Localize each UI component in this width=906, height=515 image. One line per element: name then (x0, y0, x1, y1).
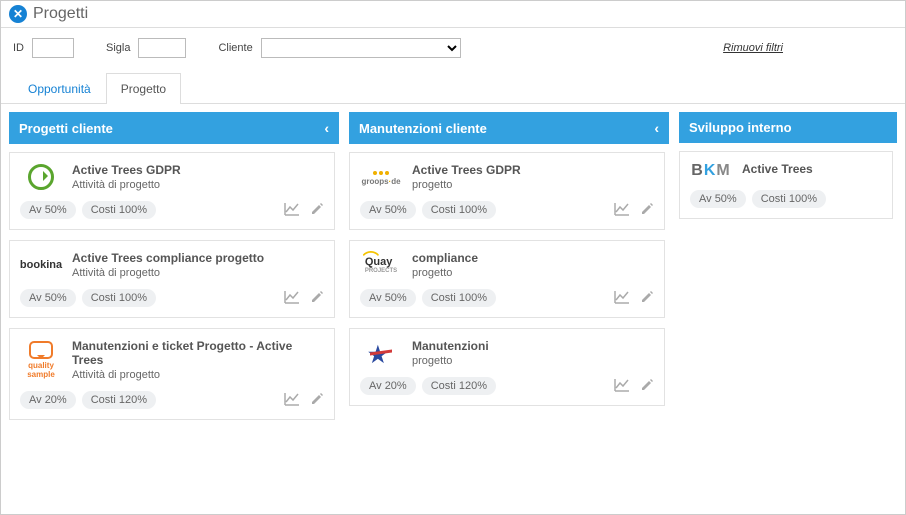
close-icon[interactable]: ✕ (9, 5, 27, 23)
edit-icon[interactable] (310, 202, 324, 219)
kanban-board: Progetti cliente ‹ Active Trees GDPR Attivi… (1, 104, 905, 507)
card-subtitle: progetto (412, 179, 654, 191)
card-subtitle: Attività di progetto (72, 267, 324, 279)
av-badge: Av 50% (20, 201, 76, 219)
edit-icon[interactable] (310, 392, 324, 409)
costi-badge: Costi 100% (82, 289, 156, 307)
costi-badge: Costi 100% (752, 190, 826, 208)
project-card[interactable]: BKM Active Trees Av 50% Costi 100% (679, 151, 893, 219)
card-title: Manutenzioni e ticket Progetto - Active … (72, 339, 324, 367)
company-logo-icon (368, 342, 394, 364)
av-badge: Av 20% (20, 391, 76, 409)
company-logo-icon: groops·de (361, 168, 400, 186)
project-card[interactable]: groops·de Active Trees GDPR progetto Av 50%… (349, 152, 665, 230)
company-logo-icon (28, 164, 54, 190)
id-input[interactable] (32, 38, 74, 58)
card-subtitle: Attività di progetto (72, 179, 324, 191)
company-logo-icon: bookina (20, 260, 62, 271)
edit-icon[interactable] (640, 290, 654, 307)
sigla-input[interactable] (138, 38, 186, 58)
project-card[interactable]: ⌒QuayPROJECTS compliance progetto Av 50% Cos… (349, 240, 665, 318)
tab-opportunita[interactable]: Opportunità (13, 73, 106, 104)
chart-icon[interactable] (284, 290, 300, 307)
project-card[interactable]: quality sample Manutenzioni e ticket Prog… (9, 328, 335, 420)
av-badge: Av 50% (20, 289, 76, 307)
column-header: Sviluppo interno (679, 112, 897, 143)
costi-badge: Costi 100% (422, 289, 496, 307)
column-body: groops·de Active Trees GDPR progetto Av 50%… (349, 152, 669, 499)
chart-icon[interactable] (614, 290, 630, 307)
av-badge: Av 50% (360, 201, 416, 219)
kanban-column: Progetti cliente ‹ Active Trees GDPR Attivi… (9, 112, 339, 499)
card-title: Active Trees (742, 162, 882, 176)
sigla-label: Sigla (106, 42, 130, 54)
card-title: Active Trees GDPR (72, 163, 324, 177)
card-title: compliance (412, 251, 654, 265)
edit-icon[interactable] (640, 202, 654, 219)
costi-badge: Costi 120% (82, 391, 156, 409)
tab-bar: Opportunità Progetto (1, 72, 905, 104)
costi-badge: Costi 120% (422, 377, 496, 395)
edit-icon[interactable] (310, 290, 324, 307)
company-logo-icon: BKM (691, 162, 730, 180)
chart-icon[interactable] (284, 392, 300, 409)
chevron-left-icon[interactable]: ‹ (654, 120, 659, 136)
page-title: Progetti (33, 5, 88, 23)
cliente-select[interactable] (261, 38, 461, 58)
column-title: Sviluppo interno (689, 120, 792, 135)
card-subtitle: progetto (412, 267, 654, 279)
card-subtitle: Attività di progetto (72, 369, 324, 381)
project-card[interactable]: Manutenzioni progetto Av 20% Costi 120% (349, 328, 665, 406)
card-title: Manutenzioni (412, 339, 654, 353)
column-header: Manutenzioni cliente ‹ (349, 112, 669, 144)
chevron-left-icon[interactable]: ‹ (324, 120, 329, 136)
tab-progetto[interactable]: Progetto (106, 73, 181, 104)
column-title: Progetti cliente (19, 121, 113, 136)
kanban-column: Manutenzioni cliente ‹ groops·de Active Tre… (349, 112, 669, 499)
card-title: Active Trees GDPR (412, 163, 654, 177)
chart-icon[interactable] (614, 378, 630, 395)
project-card[interactable]: Active Trees GDPR Attività di progetto Av … (9, 152, 335, 230)
costi-badge: Costi 100% (82, 201, 156, 219)
card-title: Active Trees compliance progetto (72, 251, 324, 265)
column-body: BKM Active Trees Av 50% Costi 100% (679, 151, 897, 499)
costi-badge: Costi 100% (422, 201, 496, 219)
company-logo-icon: quality sample (20, 341, 62, 379)
id-label: ID (13, 42, 24, 54)
company-logo-icon: ⌒QuayPROJECTS (365, 256, 397, 274)
av-badge: Av 50% (690, 190, 746, 208)
remove-filters-link[interactable]: Rimuovi filtri (723, 42, 783, 54)
column-title: Manutenzioni cliente (359, 121, 487, 136)
kanban-column: Sviluppo interno BKM Active Trees Av 50% Cos… (679, 112, 897, 499)
chart-icon[interactable] (614, 202, 630, 219)
page-header: ✕ Progetti (1, 1, 905, 28)
column-body: Active Trees GDPR Attività di progetto Av … (9, 152, 339, 499)
cliente-label: Cliente (218, 42, 252, 54)
card-subtitle: progetto (412, 355, 654, 367)
chart-icon[interactable] (284, 202, 300, 219)
project-card[interactable]: bookina Active Trees compliance progetto A… (9, 240, 335, 318)
av-badge: Av 50% (360, 289, 416, 307)
av-badge: Av 20% (360, 377, 416, 395)
edit-icon[interactable] (640, 378, 654, 395)
column-header: Progetti cliente ‹ (9, 112, 339, 144)
filter-bar: ID Sigla Cliente Rimuovi filtri (1, 28, 905, 72)
